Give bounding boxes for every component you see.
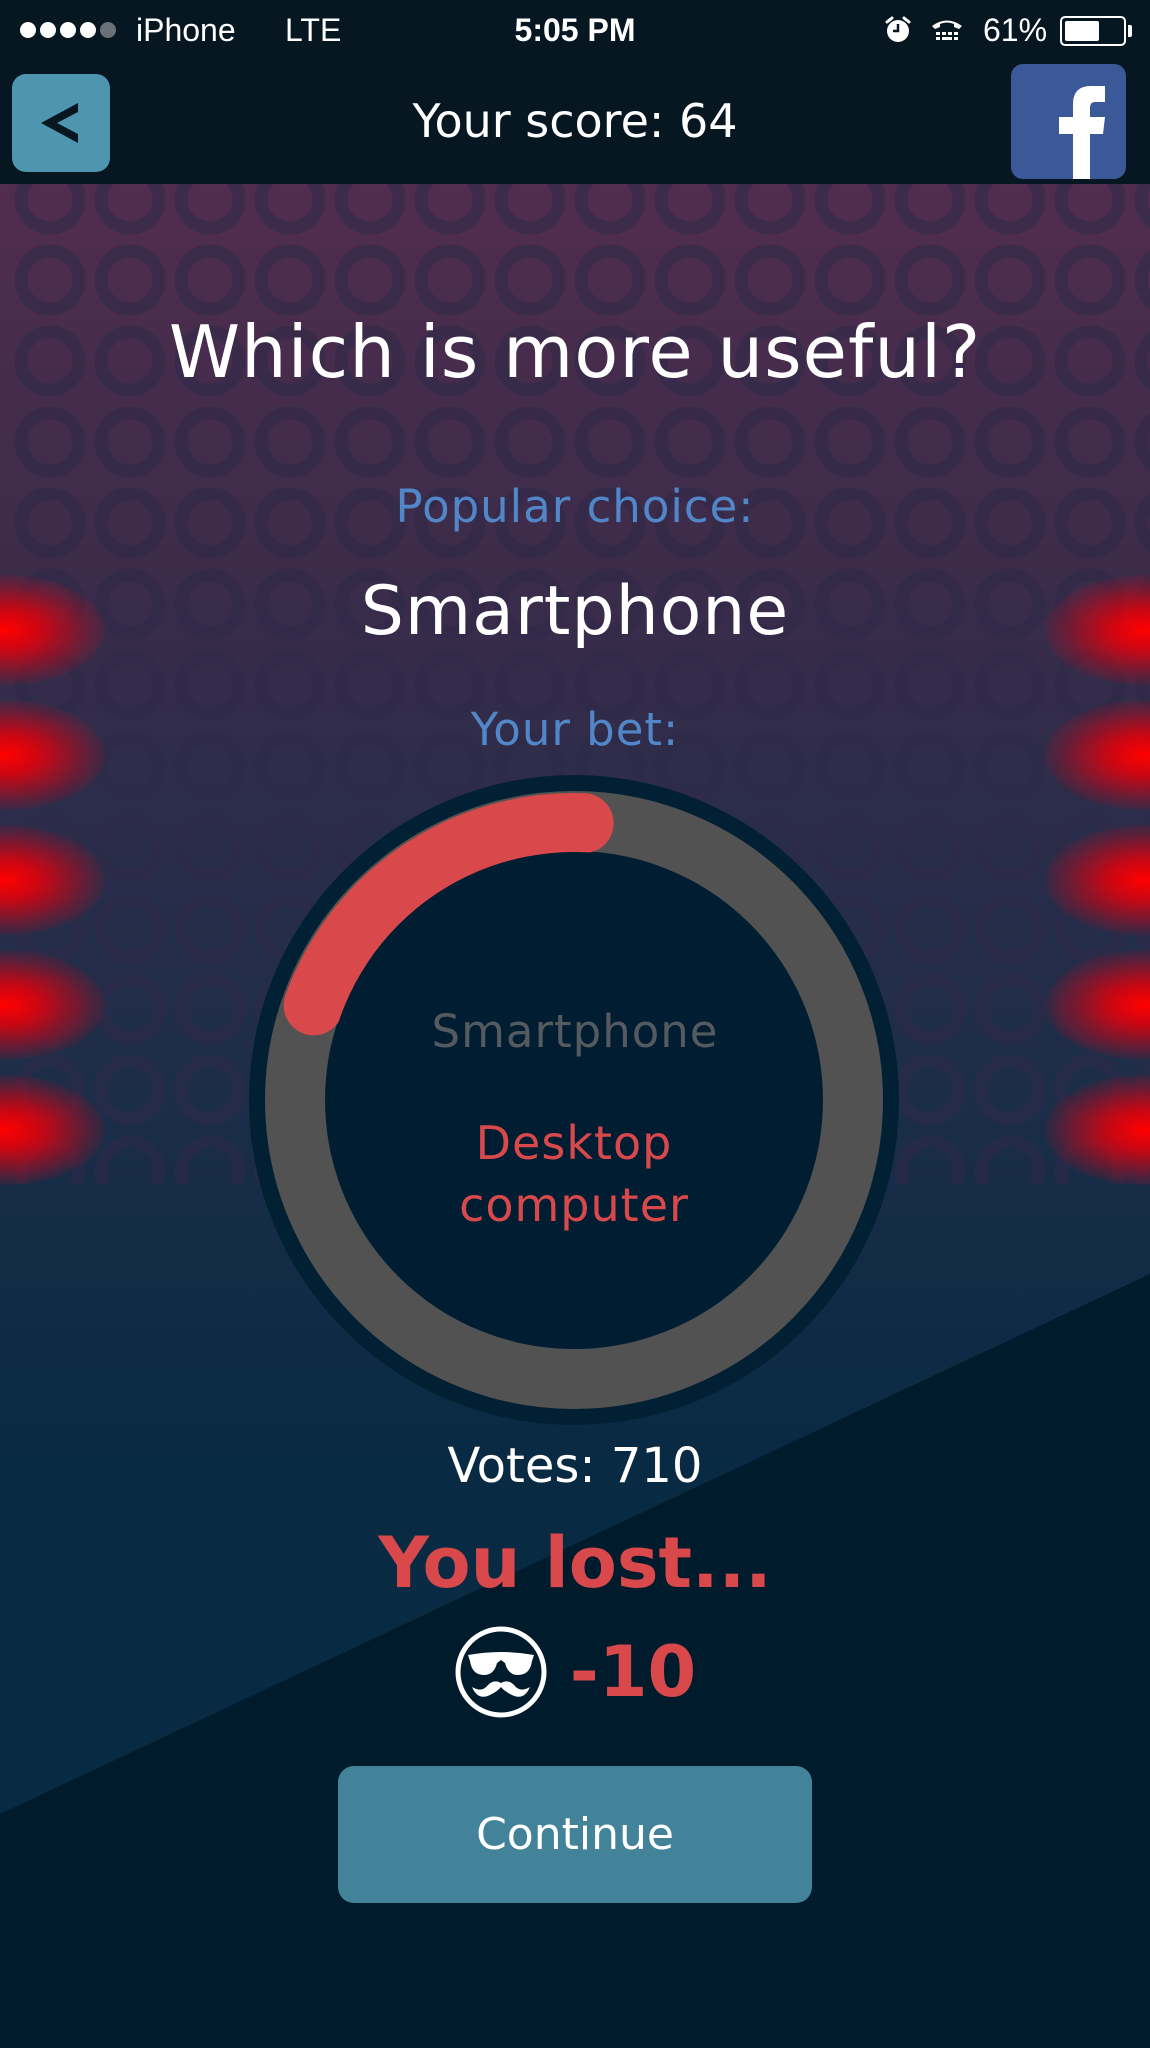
popular-choice-label: Popular choice:	[395, 480, 755, 533]
popular-choice-value: Smartphone	[360, 572, 790, 651]
battery-fill	[1065, 21, 1099, 41]
tty-icon	[932, 20, 962, 40]
score-label: Your score: 64	[412, 94, 738, 148]
score-delta: -10	[569, 1631, 697, 1713]
header: Your score: 64	[0, 62, 1150, 184]
continue-button[interactable]: Continue	[338, 1766, 812, 1903]
question-title: Which is more useful?	[168, 310, 982, 394]
result-message: You lost...	[378, 1522, 772, 1604]
facebook-share-button[interactable]	[1011, 64, 1126, 179]
votes-count: Votes: 710	[447, 1438, 703, 1494]
battery-tip	[1128, 25, 1132, 37]
your-bet-label: Your bet:	[470, 703, 680, 756]
score-delta-row: -10	[0, 1625, 1150, 1719]
ring-top-option: Smartphone	[431, 1005, 719, 1058]
battery-icon	[1060, 16, 1126, 46]
ring-bet-option: Desktop computer	[459, 1116, 689, 1232]
mustache-glasses-icon	[455, 1626, 547, 1718]
status-time: 5:05 PM	[514, 12, 636, 48]
alarm-icon	[885, 16, 911, 42]
battery-percent: 61%	[983, 12, 1048, 48]
status-bar: iPhone LTE 5:05 PM 61%	[0, 0, 1150, 62]
facebook-icon	[1059, 86, 1105, 179]
